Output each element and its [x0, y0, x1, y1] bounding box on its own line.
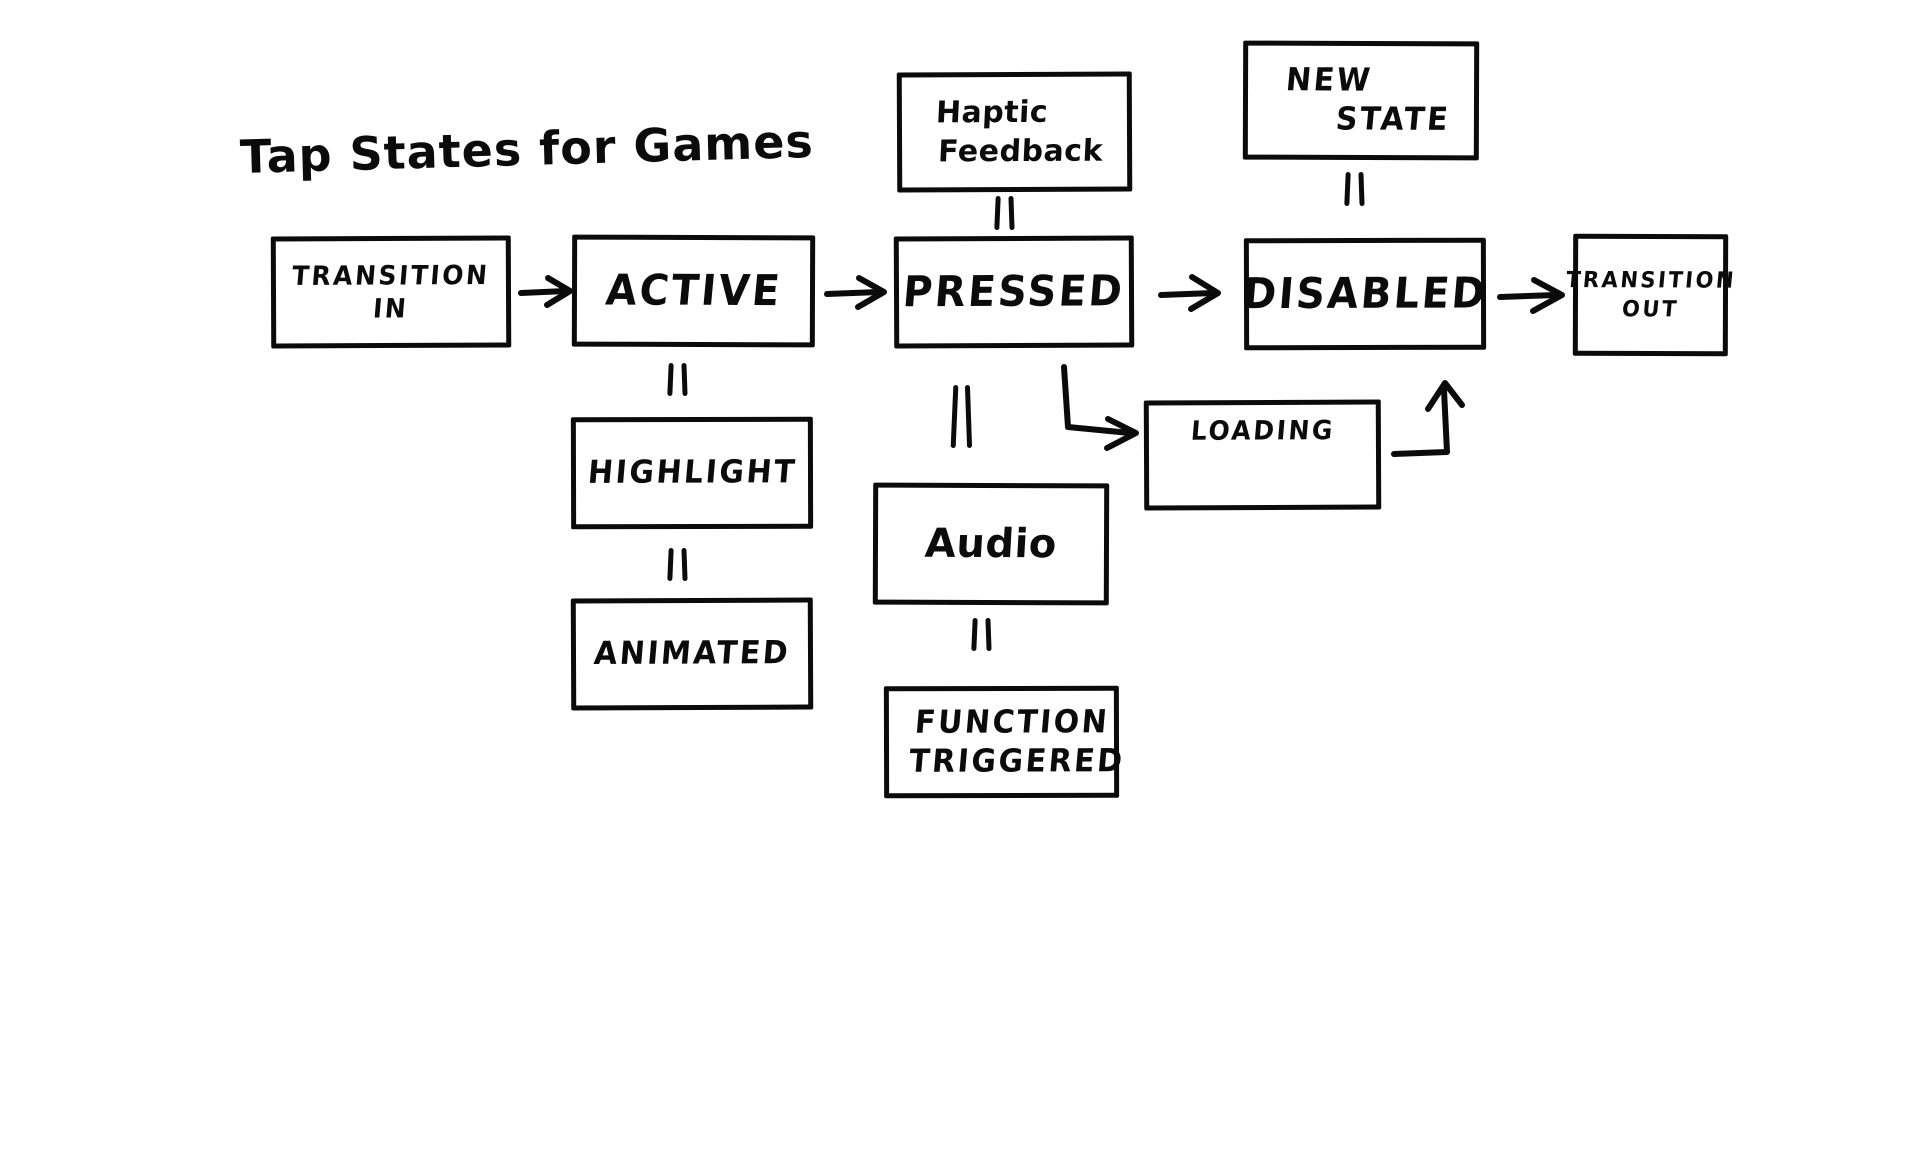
- node-transition-in[interactable]: TRANSITION IN: [270, 235, 512, 349]
- node-disabled[interactable]: DISABLED: [1240, 237, 1490, 351]
- node-transition-out[interactable]: TRANSITION OUT: [1565, 233, 1737, 357]
- pipes-pressed-to-audio: [950, 384, 973, 449]
- node-transition-in-line1: TRANSITION: [290, 259, 491, 291]
- node-audio[interactable]: Audio: [872, 482, 1110, 606]
- node-function-triggered-line1: FUNCTION: [913, 703, 1111, 742]
- node-loading[interactable]: LOADING: [1143, 399, 1382, 511]
- arrow-pressed-to-disabled: [1158, 274, 1221, 312]
- node-highlight[interactable]: HIGHLIGHT: [570, 416, 814, 530]
- node-new-state-line2: STATE: [1334, 100, 1452, 139]
- diagram-canvas: Tap States for Games TRANSITION IN ACTIV…: [0, 0, 1932, 1172]
- elbow-arrow-pressed-to-loading: [1061, 364, 1139, 451]
- node-function-triggered-line2: TRIGGERED: [907, 742, 1127, 780]
- node-active[interactable]: ACTIVE: [571, 234, 816, 348]
- node-transition-out-line2: OUT: [1620, 295, 1681, 322]
- elbow-arrow-loading-to-disabled: [1391, 380, 1465, 457]
- node-new-state-line1: NEW: [1284, 62, 1374, 100]
- arrow-transition-in-to-active: [518, 275, 573, 308]
- node-animated-label: ANIMATED: [592, 634, 792, 673]
- node-new-state[interactable]: NEW STATE: [1242, 40, 1480, 161]
- node-animated[interactable]: ANIMATED: [570, 597, 814, 711]
- node-loading-label: LOADING: [1189, 414, 1336, 447]
- pipes-highlight-to-animated: [667, 547, 688, 582]
- node-transition-in-line2: IN: [372, 292, 411, 324]
- node-pressed[interactable]: PRESSED: [893, 235, 1135, 349]
- node-transition-out-line1: TRANSITION: [1564, 266, 1737, 293]
- arrow-active-to-pressed: [824, 275, 887, 310]
- node-pressed-label: PRESSED: [901, 266, 1127, 317]
- node-function-triggered[interactable]: FUNCTION TRIGGERED: [883, 685, 1126, 799]
- page-title: Tap States for Games: [239, 113, 815, 185]
- pipes-haptic-to-pressed: [994, 195, 1015, 231]
- node-highlight-label: HIGHLIGHT: [585, 453, 799, 492]
- pipes-active-to-highlight: [667, 362, 688, 397]
- node-active-label: ACTIVE: [603, 265, 784, 316]
- arrow-disabled-to-transition-out: [1497, 277, 1565, 314]
- node-haptic-feedback-line1: Haptic: [935, 94, 1050, 131]
- node-haptic-feedback[interactable]: Haptic Feedback: [896, 71, 1133, 193]
- node-haptic-feedback-line2: Feedback: [937, 133, 1104, 169]
- pipes-audio-to-function-triggered: [971, 617, 992, 652]
- pipes-new-state-to-disabled: [1344, 171, 1365, 207]
- node-audio-label: Audio: [923, 520, 1059, 567]
- node-disabled-label: DISABLED: [1240, 268, 1490, 319]
